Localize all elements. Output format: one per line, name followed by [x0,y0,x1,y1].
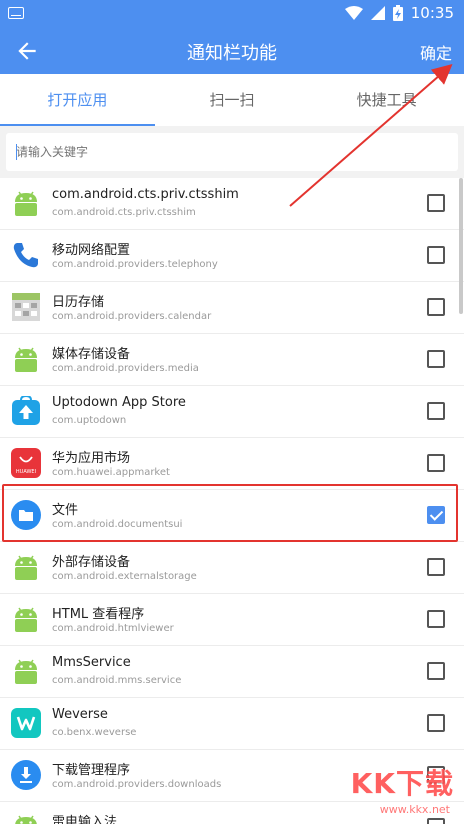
app-list-item[interactable]: 外部存储设备 com.android.externalstorage [0,542,464,594]
app-package: com.android.cts.priv.ctsshim [52,207,196,218]
weverse-icon [11,708,41,738]
app-name: 华为应用市场 [52,451,131,466]
app-list-item[interactable]: 日历存储 com.android.providers.calendar [0,282,464,334]
app-list-item[interactable]: MmsService com.android.mms.service [0,646,464,698]
app-name: Weverse [52,707,108,722]
tab-open-app[interactable]: 打开应用 [0,74,155,126]
app-package: com.android.providers.media [52,363,199,374]
app-package: com.huawei.appmarket [52,467,170,478]
android-icon [11,656,41,686]
android-icon [11,604,41,634]
tab-bar: 打开应用 扫一扫 快捷工具 [0,74,464,126]
keyboard-icon [8,7,24,19]
app-checkbox[interactable] [427,818,445,824]
app-list-item[interactable]: Weverse co.benx.weverse [0,698,464,750]
android-icon [11,188,41,218]
app-checkbox[interactable] [427,662,445,680]
svg-text:HUAWEI: HUAWEI [16,469,36,475]
wifi-icon [344,6,363,20]
highlight-box [2,484,458,542]
confirm-button[interactable]: 确定 [420,40,452,64]
app-name: 媒体存储设备 [52,347,131,362]
uptodown-icon [11,394,41,426]
app-package: com.android.providers.telephony [52,259,218,270]
app-package: co.benx.weverse [52,727,137,738]
search-input[interactable] [6,133,458,171]
app-checkbox[interactable] [427,298,445,316]
app-checkbox[interactable] [427,402,445,420]
app-name: 外部存储设备 [52,555,131,570]
watermark-url: www.kkx.net [379,803,450,816]
tab-quick-tools[interactable]: 快捷工具 [309,74,464,126]
phone-icon [11,240,41,270]
tab-scan[interactable]: 扫一扫 [155,74,310,126]
app-name: HTML 查看程序 [52,607,145,622]
page-title: 通知栏功能 [187,43,277,64]
signal-icon [370,6,385,20]
app-name: com.android.cts.priv.ctsshim [52,187,239,202]
status-icons: 10:35 [344,4,454,22]
app-list-item[interactable]: com.android.cts.priv.ctsshim com.android.… [0,178,464,230]
app-checkbox[interactable] [427,558,445,576]
app-list-item[interactable]: 移动网络配置 com.android.providers.telephony [0,230,464,282]
android-icon [11,344,41,374]
app-package: com.android.providers.calendar [52,311,212,322]
app-bar: 通知栏功能 确定 [0,28,464,74]
app-package: com.android.htmlviewer [52,623,174,634]
app-checkbox[interactable] [427,610,445,628]
app-checkbox[interactable] [427,194,445,212]
app-name: 日历存储 [52,295,105,310]
android-icon [11,812,41,824]
huawei-appgallery-icon: HUAWEI [11,448,41,478]
clock: 10:35 [410,4,454,22]
app-list-item[interactable]: Uptodown App Store com.uptodown [0,386,464,438]
status-bar: 10:35 [0,0,464,28]
scrollbar[interactable] [459,178,463,314]
calendar-icon [11,292,41,322]
search-box [6,133,458,171]
watermark-logo: KK下载 [350,767,454,800]
android-icon [11,552,41,582]
app-package: com.uptodown [52,415,127,426]
app-package: com.android.mms.service [52,675,182,686]
app-name: 下载管理程序 [52,763,131,778]
app-list-item[interactable]: HUAWEI 华为应用市场 com.huawei.appmarket [0,438,464,490]
battery-charging-icon [392,5,403,21]
app-name: Uptodown App Store [52,395,186,410]
text-cursor [16,144,17,160]
app-checkbox[interactable] [427,454,445,472]
app-name: 雷电输入法 [52,815,118,824]
app-name: 移动网络配置 [52,243,131,258]
app-checkbox[interactable] [427,246,445,264]
download-icon [11,760,41,790]
app-list-item[interactable]: 媒体存储设备 com.android.providers.media [0,334,464,386]
app-checkbox[interactable] [427,350,445,368]
app-package: com.android.providers.downloads [52,779,222,790]
app-name: MmsService [52,655,131,670]
app-list-item[interactable]: HTML 查看程序 com.android.htmlviewer [0,594,464,646]
app-package: com.android.externalstorage [52,571,197,582]
app-checkbox[interactable] [427,714,445,732]
